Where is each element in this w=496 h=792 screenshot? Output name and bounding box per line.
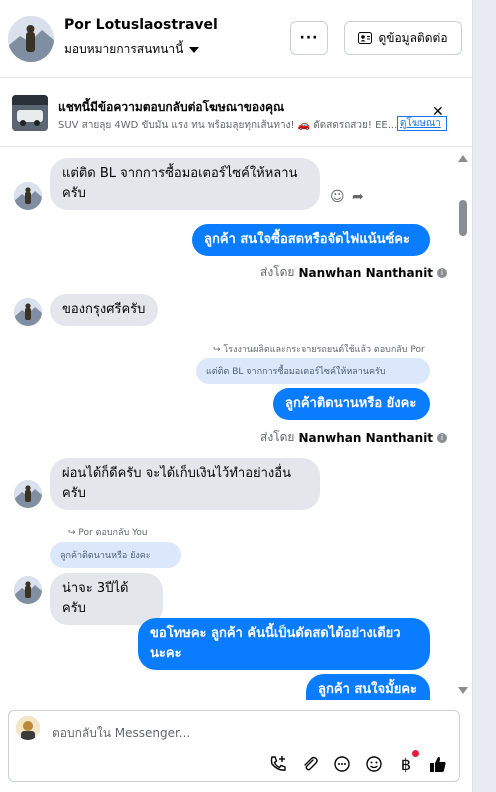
more-options-button[interactable]: ··· — [290, 21, 328, 55]
view-contact-button[interactable]: ดูข้อมูลติดต่อ — [344, 21, 462, 55]
paperclip-icon[interactable] — [300, 754, 320, 774]
contact-name[interactable]: Por Lotuslaostravel — [64, 17, 218, 33]
reply-arrow-icon: ↪ — [68, 528, 76, 538]
side-strip — [472, 0, 496, 792]
quoted-message[interactable]: แต่ติด BL จากการซื้อมอเตอร์ไซค์ให้หลานคร… — [196, 358, 430, 384]
saved-reply-icon[interactable] — [332, 754, 352, 774]
ad-banner-subtitle: SUV สายลุย 4WD ขับมัน แรง ทน พร้อมลุยทุก… — [58, 120, 398, 131]
sender-avatar[interactable] — [14, 298, 42, 326]
contact-card-icon — [358, 32, 373, 44]
sender-avatar[interactable] — [14, 576, 42, 604]
sent-by-line: ส่งโดย Nanwhan Nanthanit i — [260, 263, 448, 282]
sender-avatar[interactable] — [14, 480, 42, 508]
notification-dot — [412, 750, 419, 757]
ad-banner-title: แชทนี้มีข้อความตอบกลับต่อโฆษณาของคุณ — [58, 100, 285, 114]
reply-context-label: ↪ Por ตอบกลับ You — [68, 525, 148, 539]
call-add-icon[interactable] — [268, 754, 288, 774]
contact-avatar[interactable] — [8, 16, 54, 62]
messenger-panel: Por Lotuslaostravel มอบหมายการสนทนานี้ ·… — [0, 0, 496, 792]
reply-input[interactable]: ตอบกลับใน Messenger... — [52, 724, 190, 743]
reply-arrow-icon: ↪ — [213, 345, 221, 355]
message-outgoing[interactable]: ลูกค้า สนใจมั้ยคะ — [306, 674, 430, 700]
assign-conversation-dropdown[interactable]: มอบหมายการสนทนานี้ — [64, 40, 200, 59]
sent-by-prefix: ส่งโดย — [260, 430, 295, 444]
sent-by-prefix: ส่งโดย — [260, 265, 295, 279]
reply-composer[interactable] — [8, 710, 460, 782]
message-incoming[interactable]: แต่ติด BL จากการซื้อมอเตอร์ไซค์ให้หลาน ค… — [50, 158, 320, 210]
reply-context-text: โรงงานผลิตและกระจายรถยนต์ใช้แล้ว ตอบกลับ… — [223, 345, 425, 355]
emoji-reaction-icon[interactable]: ☺ — [330, 189, 345, 205]
sender-avatar[interactable] — [14, 182, 42, 210]
quoted-message[interactable]: ลูกค้าติดนานหรือ ยังคะ — [50, 542, 181, 568]
message-outgoing[interactable]: ลูกค้าติดนานหรือ ยังคะ — [273, 388, 430, 420]
close-icon[interactable]: ✕ — [432, 104, 444, 120]
message-outgoing[interactable]: ลูกค้า สนใจซื้อสดหรือจัดไฟแน้นซ์คะ — [192, 224, 430, 256]
reply-context-label: ↪ โรงงานผลิตและกระจายรถยนต์ใช้แล้ว ตอบกล… — [213, 342, 425, 356]
emoji-icon[interactable] — [364, 754, 384, 774]
payment-baht-icon[interactable]: ฿ — [396, 754, 416, 774]
caret-down-icon — [189, 46, 200, 53]
message-outgoing[interactable]: ขอโทษคะ ลูกค้า คันนี้เป็นดัดสดได้อย่างเด… — [138, 618, 430, 670]
info-icon[interactable]: i — [437, 267, 448, 278]
reply-context-text: Por ตอบกลับ You — [78, 528, 148, 538]
scroll-down-arrow[interactable] — [458, 687, 468, 694]
thumbs-up-icon[interactable] — [428, 754, 448, 774]
sent-by-line: ส่งโดย Nanwhan Nanthanit i — [260, 428, 448, 447]
message-incoming[interactable]: ของกรุงศรีครับ — [50, 294, 158, 326]
sent-by-name[interactable]: Nanwhan Nanthanit — [298, 431, 433, 445]
reply-icon[interactable]: ➦ — [352, 189, 364, 205]
view-contact-label: ดูข้อมูลติดต่อ — [378, 30, 448, 45]
scroll-up-arrow[interactable] — [458, 155, 468, 162]
scrollbar-thumb[interactable] — [459, 200, 467, 236]
page-avatar — [16, 716, 40, 740]
message-incoming[interactable]: น่าจะ 3ปีได้ครับ — [50, 573, 163, 625]
message-incoming[interactable]: ผ่อนได้ก็ดีครับ จะได้เก็บเงินไว้ทำอย่างอ… — [50, 458, 320, 510]
ad-thumbnail[interactable] — [12, 95, 48, 131]
info-icon[interactable]: i — [437, 432, 448, 443]
sent-by-name[interactable]: Nanwhan Nanthanit — [298, 266, 433, 280]
assign-label: มอบหมายการสนทนานี้ — [64, 42, 184, 56]
